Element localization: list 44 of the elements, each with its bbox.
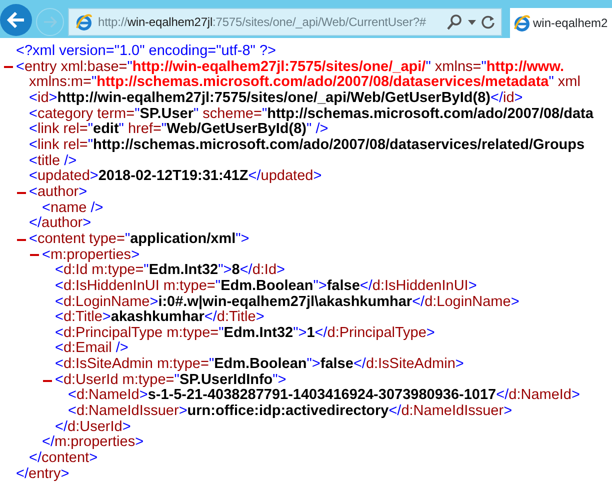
xml-line: <d:UserId m:type="SP.UserIdInfo"> bbox=[55, 372, 286, 388]
refresh-icon bbox=[481, 15, 495, 29]
url-text: http://win-eqalhem27jl:7575/sites/one/_api/Web/CurrentUser?# bbox=[98, 14, 427, 31]
xml-line: <d:Id m:type="Edm.Int32">8</d:Id> bbox=[55, 263, 285, 279]
xml-line: <d:PrincipalType m:type="Edm.Int32">1</d:PrincipalType> bbox=[55, 326, 435, 342]
collapse-toggle[interactable] bbox=[17, 192, 26, 194]
back-button[interactable] bbox=[0, 4, 32, 36]
xml-line: <link rel="edit" href="Web/GetUserById(8)" /> bbox=[29, 122, 328, 138]
xml-line: <updated>2018-02-12T19:31:41Z</updated> bbox=[29, 169, 322, 185]
xml-line: <?xml version="1.0" encoding="utf-8" ?> bbox=[16, 44, 276, 60]
xml-line: </content> bbox=[29, 451, 98, 467]
xml-line: <link rel="http://schemas.microsoft.com/ado/2007/08/dataservices/related/Groups bbox=[29, 138, 585, 154]
address-bar[interactable]: http://win-eqalhem27jl:7575/sites/one/_api/Web/CurrentUser?# bbox=[68, 8, 502, 36]
xml-line: <m:properties> bbox=[42, 248, 140, 264]
xml-line: <d:IsSiteAdmin m:type="Edm.Boolean">false</d:IsSiteAdmin> bbox=[55, 357, 464, 373]
xml-line: <content type="application/xml"> bbox=[29, 232, 250, 248]
browser-icon bbox=[75, 13, 93, 31]
xml-line: <d:NameIdIssuer>urn:office:idp:activedirectory</d:NameIdIssuer> bbox=[68, 404, 512, 420]
xml-line: <entry xml:base="http://win-eqalhem27jl:7575/sites/one/_api/" xmlns="http://www. bbox=[16, 60, 564, 76]
xml-line: <id>http://win-eqalhem27jl:7575/sites/one/_api/Web/GetUserById(8)</id> bbox=[29, 90, 523, 107]
xml-line: </entry> bbox=[16, 466, 70, 482]
forward-arrow-icon bbox=[43, 16, 57, 28]
xml-line: xmlns:m="http://schemas.microsoft.com/ado/2007/08/dataservices/metadata" xml bbox=[29, 75, 580, 91]
xml-line: <name /> bbox=[42, 200, 104, 216]
xml-line: <d:IsHiddenInUI m:type="Edm.Boolean">false</d:IsHiddenInUI> bbox=[55, 278, 477, 294]
xml-line: <title /> bbox=[29, 154, 77, 170]
xml-line: </author> bbox=[29, 216, 92, 232]
xml-line: </d:UserId> bbox=[55, 420, 131, 436]
back-arrow-icon bbox=[7, 12, 25, 28]
xml-line: <d:LoginName>i:0#.w|win-eqalhem27jl\akashkumhar</d:LoginName> bbox=[55, 294, 520, 310]
collapse-toggle[interactable] bbox=[4, 66, 13, 68]
collapse-toggle[interactable] bbox=[43, 380, 52, 382]
xml-line: <d:NameId>s-1-5-21-4038287791-1403416924-3073980936-1017</d:NameId> bbox=[68, 388, 580, 404]
xml-line: <author> bbox=[29, 184, 88, 201]
browser-icon bbox=[513, 14, 530, 32]
collapse-toggle[interactable] bbox=[17, 238, 26, 241]
xml-line: <d:Title>akashkumhar</d:Title> bbox=[55, 310, 264, 326]
search-icon bbox=[447, 14, 463, 30]
browser-tab[interactable]: win-eqalhem2 bbox=[510, 8, 612, 38]
collapse-toggle[interactable] bbox=[30, 254, 39, 256]
xml-line: <d:Email /> bbox=[55, 341, 128, 358]
xml-line: <category term="SP.User" scheme="http://schemas.microsoft.com/ado/2007/08/data bbox=[29, 106, 594, 122]
caret-icon bbox=[468, 20, 476, 24]
xml-line: </m:properties> bbox=[42, 435, 144, 452]
